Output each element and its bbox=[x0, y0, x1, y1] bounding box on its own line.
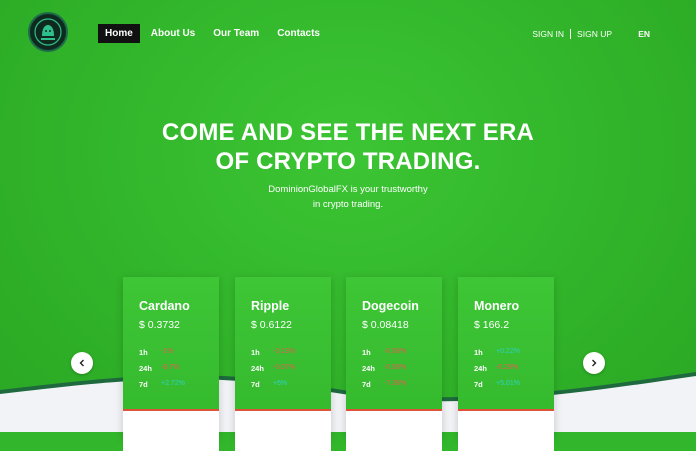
change-label: 24h bbox=[139, 364, 152, 373]
headline-line-2: OF CRYPTO TRADING. bbox=[215, 148, 481, 175]
main-nav: Home About Us Our Team Contacts bbox=[98, 24, 327, 43]
change-value: +2.72% bbox=[161, 380, 185, 387]
card-footer bbox=[458, 409, 554, 451]
lion-emblem-icon bbox=[34, 18, 62, 46]
change-row-1h: 1h +0.22% bbox=[474, 348, 520, 357]
change-value: -0.08% bbox=[384, 348, 407, 355]
coin-name: Monero bbox=[474, 299, 520, 313]
sign-up-link[interactable]: SIGN UP bbox=[577, 29, 612, 39]
change-value: +6% bbox=[273, 380, 288, 387]
hero-headline: COME AND SEE THE NEXT ERA OF CRYPTO TRAD… bbox=[0, 118, 696, 176]
change-row-24h: 24h -0.56% bbox=[362, 364, 406, 373]
change-row-24h: 24h -8.7% bbox=[139, 364, 179, 373]
change-value: -0.56% bbox=[384, 364, 407, 371]
change-value: +0.22% bbox=[496, 348, 520, 355]
change-value: -0.13% bbox=[273, 348, 296, 355]
change-row-1h: 1h -1% bbox=[139, 348, 173, 357]
change-label: 7d bbox=[362, 380, 371, 389]
nav-about-us[interactable]: About Us bbox=[144, 24, 202, 43]
change-row-1h: 1h -0.13% bbox=[251, 348, 295, 357]
change-row-7d: 7d +2.72% bbox=[139, 380, 185, 389]
change-row-24h: 24h -0.07% bbox=[251, 364, 295, 373]
auth-divider bbox=[570, 29, 572, 39]
headline-line-1: COME AND SEE THE NEXT ERA bbox=[161, 119, 535, 146]
carousel-next-button[interactable] bbox=[583, 352, 605, 374]
auth-links: SIGN IN SIGN UP bbox=[532, 29, 612, 39]
subtitle-line-2: in crypto trading. bbox=[312, 199, 384, 210]
change-row-7d: 7d +6% bbox=[251, 380, 287, 389]
change-label: 7d bbox=[139, 380, 148, 389]
change-label: 1h bbox=[139, 348, 148, 357]
coin-price: $ 0.08418 bbox=[362, 319, 409, 331]
nav-contacts[interactable]: Contacts bbox=[270, 24, 327, 43]
language-selector[interactable]: EN bbox=[638, 29, 650, 39]
chevron-right-icon bbox=[592, 359, 597, 367]
coin-name: Ripple bbox=[251, 299, 290, 313]
change-label: 1h bbox=[362, 348, 371, 357]
change-label: 24h bbox=[251, 364, 264, 373]
change-label: 7d bbox=[251, 380, 260, 389]
card-footer bbox=[346, 409, 442, 451]
coin-card-monero[interactable]: Monero $ 166.2 1h +0.22% 24h -0.29% 7d +5.0… bbox=[458, 277, 554, 451]
change-value: -1% bbox=[161, 348, 174, 355]
card-footer bbox=[123, 409, 219, 451]
change-value: +5.01% bbox=[496, 380, 520, 387]
sign-in-link[interactable]: SIGN IN bbox=[532, 29, 564, 39]
coin-card-ripple[interactable]: Ripple $ 0.6122 1h -0.13% 24h -0.07% 7d +6% bbox=[235, 277, 331, 451]
hero-subtitle: DominionGlobalFX is your trustworthy in … bbox=[0, 182, 696, 212]
coin-price: $ 166.2 bbox=[474, 319, 510, 331]
nav-our-team[interactable]: Our Team bbox=[206, 24, 266, 43]
coin-name: Dogecoin bbox=[362, 299, 419, 313]
site-logo[interactable] bbox=[28, 12, 68, 52]
change-row-1h: 1h -0.08% bbox=[362, 348, 406, 357]
change-label: 1h bbox=[251, 348, 260, 357]
change-value: -0.07% bbox=[273, 364, 296, 371]
change-label: 24h bbox=[362, 364, 375, 373]
change-value: -8.7% bbox=[161, 364, 180, 371]
subtitle-line-1: DominionGlobalFX is your trustworthy bbox=[268, 184, 428, 195]
chevron-left-icon bbox=[79, 359, 84, 367]
coin-card-cardano[interactable]: Cardano $ 0.3732 1h -1% 24h -8.7% 7d +2.72% bbox=[123, 277, 219, 451]
card-footer bbox=[235, 409, 331, 451]
coin-card-dogecoin[interactable]: Dogecoin $ 0.08418 1h -0.08% 24h -0.56% 7d… bbox=[346, 277, 442, 451]
coin-price: $ 0.6122 bbox=[251, 319, 292, 331]
change-row-7d: 7d +5.01% bbox=[474, 380, 520, 389]
coin-price: $ 0.3732 bbox=[139, 319, 180, 331]
coin-name: Cardano bbox=[139, 299, 190, 313]
nav-home[interactable]: Home bbox=[98, 24, 140, 43]
carousel-prev-button[interactable] bbox=[71, 352, 93, 374]
change-row-24h: 24h -0.29% bbox=[474, 364, 518, 373]
change-value: -0.29% bbox=[496, 364, 519, 371]
change-row-7d: 7d -7.36% bbox=[362, 380, 406, 389]
change-label: 24h bbox=[474, 364, 487, 373]
change-value: -7.36% bbox=[384, 380, 407, 387]
change-label: 7d bbox=[474, 380, 483, 389]
change-label: 1h bbox=[474, 348, 483, 357]
